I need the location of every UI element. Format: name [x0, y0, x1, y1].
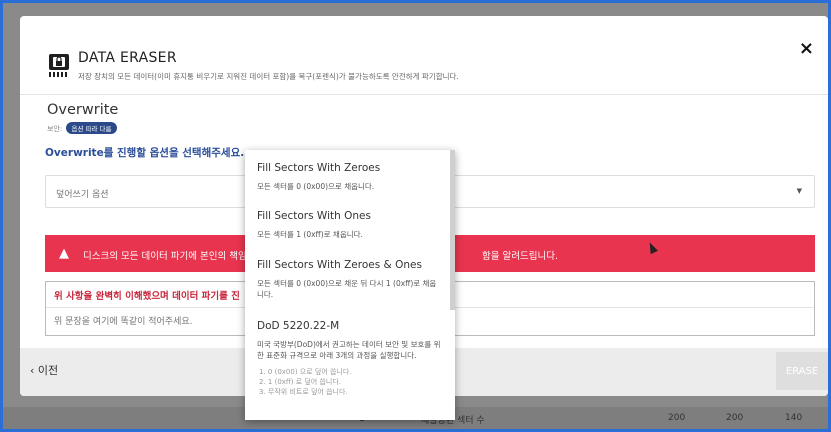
security-label: 보안: [47, 125, 63, 133]
option-dod-5220[interactable]: DoD 5220.22-M 미국 국방부(DoD)에서 권고하는 데이터 보안 … [245, 320, 455, 397]
modal-subtitle: 저장 장치의 모든 데이터(이미 휴지통 비우기로 지워진 데이터 포함)를 복… [78, 72, 459, 81]
option-step: 1. 0 (0x00) 으로 덮어 씁니다. [259, 368, 352, 376]
row-value-1: 200 [668, 413, 686, 423]
eraser-device-icon [49, 54, 69, 77]
security-level: 보안: 옵션 따라 다름 [47, 122, 117, 134]
row-value-3: 140 [785, 413, 803, 423]
security-badge: 옵션 따라 다름 [66, 122, 117, 134]
option-title: Fill Sectors With Zeroes [257, 162, 381, 174]
option-prompt: Overwrite를 진행할 옵션을 선택해주세요. [45, 147, 245, 159]
row-value-2: 200 [726, 413, 744, 423]
select-placeholder: 덮어쓰기 옵션 [56, 190, 109, 200]
option-fill-zeroes[interactable]: Fill Sectors With Zeroes 모든 섹터를 0 (0x00)… [245, 162, 455, 192]
option-title: Fill Sectors With Zeroes & Ones [257, 259, 422, 271]
option-step: 2. 1 (0xff) 로 덮어 씁니다. [259, 378, 342, 386]
option-title: Fill Sectors With Ones [257, 210, 371, 222]
warning-icon: ▲ [59, 246, 69, 261]
overwrite-options-dropdown: Fill Sectors With Zeroes 모든 섹터를 0 (0x00)… [245, 150, 455, 420]
back-button[interactable]: ‹ 이전 [30, 362, 58, 378]
modal-title: DATA ERASER [78, 50, 177, 66]
option-steps: 1. 0 (0x00) 으로 덮어 씁니다. 2. 1 (0xff) 로 덮어 … [257, 367, 443, 397]
dropdown-scrollbar[interactable] [450, 150, 455, 310]
modal-header: DATA ERASER 저장 장치의 모든 데이터(이미 휴지통 비우기로 지워… [20, 16, 828, 94]
close-button[interactable]: × [799, 38, 814, 59]
option-desc: 미국 국방부(DoD)에서 권고하는 데이터 보안 및 보호를 위한 표준화 규… [257, 340, 441, 360]
header-divider [20, 94, 828, 95]
option-desc: 모든 섹터를 0 (0x00)으로 채웁니다. [257, 182, 375, 191]
option-fill-ones[interactable]: Fill Sectors With Ones 모든 섹터를 1 (0xff)로 … [245, 210, 455, 240]
option-desc: 모든 섹터를 0 (0x00)으로 채운 뒤 다시 1 (0xff)로 채웁니다… [257, 279, 437, 299]
section-title: Overwrite [47, 102, 119, 118]
erase-button[interactable]: ERASE [776, 352, 828, 390]
option-fill-zeroes-ones[interactable]: Fill Sectors With Zeroes & Ones 모든 섹터를 0… [245, 259, 455, 300]
option-title: DoD 5220.22-M [257, 320, 340, 332]
option-desc: 모든 섹터를 1 (0xff)로 채웁니다. [257, 230, 363, 239]
alert-text-right: 함을 알려드립니다. [482, 251, 558, 262]
alert-text-left: 디스크의 모든 데이터 파기에 본인의 책임 [83, 251, 247, 262]
confirm-label: 위 사항을 완벽히 이해했으며 데이터 파기를 진 [54, 291, 240, 302]
option-step: 3. 무작위 비트로 덮어 씁니다. [259, 388, 348, 396]
chevron-down-icon: ▼ [796, 187, 802, 195]
